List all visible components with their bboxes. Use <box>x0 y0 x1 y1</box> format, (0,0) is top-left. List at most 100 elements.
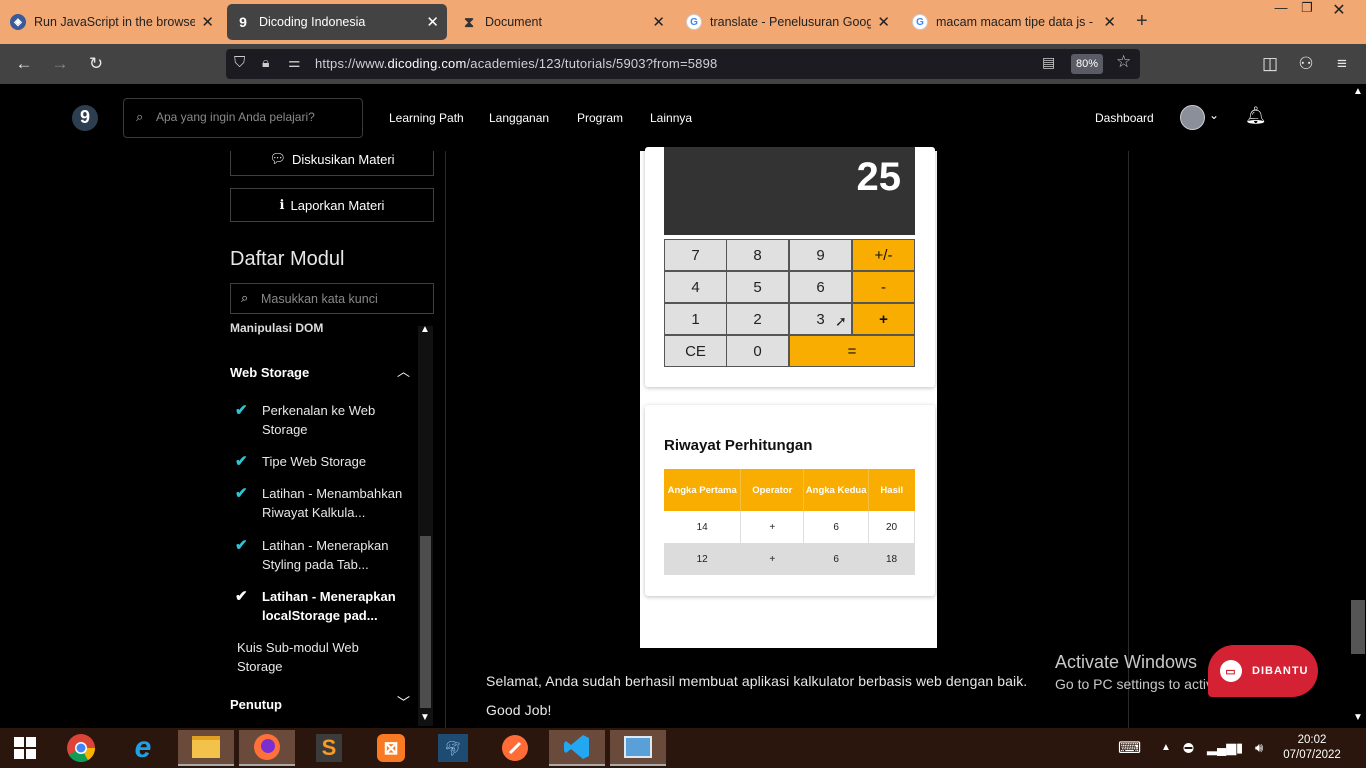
module-list-title: Daftar Modul <box>230 248 345 270</box>
key-9[interactable]: 9 <box>789 239 852 271</box>
scroll-down-icon[interactable]: ▼ <box>1353 712 1363 723</box>
pocket-icon[interactable]: ◫ <box>1258 52 1282 76</box>
nav-langganan[interactable]: Langganan <box>489 111 549 125</box>
nav-lainnya[interactable]: Lainnya <box>650 111 692 125</box>
back-icon[interactable]: ← <box>12 52 36 76</box>
close-tab-icon[interactable]: ✕ <box>1103 13 1116 31</box>
sublime-taskbar-button[interactable]: S <box>304 730 354 766</box>
internet-explorer-icon: e <box>134 731 152 764</box>
scroll-up-icon[interactable]: ▲ <box>420 324 430 335</box>
page-scrollbar[interactable]: ▲ ▼ <box>1350 84 1366 728</box>
section-web-storage[interactable]: Web Storage <box>230 365 309 380</box>
photos-taskbar-button[interactable] <box>610 730 666 766</box>
clock[interactable]: 20:02 07/07/2022 <box>1282 733 1342 763</box>
xampp-taskbar-button[interactable]: ⊠ <box>366 730 416 766</box>
key-2[interactable]: 2 <box>726 303 789 335</box>
key-1[interactable]: 1 <box>664 303 727 335</box>
restore-icon[interactable]: ❐ <box>1292 0 1322 20</box>
close-window-icon[interactable]: ✕ <box>1324 0 1354 20</box>
key-6[interactable]: 6 <box>789 271 852 303</box>
reader-view-icon[interactable]: ▤ <box>1042 54 1055 71</box>
file-explorer-taskbar-button[interactable] <box>178 730 234 766</box>
discuss-button[interactable]: 💬︎ Diskusikan Materi <box>230 151 434 176</box>
tab-google-translate[interactable]: G translate - Penelusuran Google ✕ <box>678 4 898 40</box>
module-item-current[interactable]: Latihan - Menerapkan localStorage pad... <box>262 587 414 625</box>
mysql-workbench-icon: 🐬︎ <box>438 734 468 762</box>
sidebar-scroll-thumb[interactable] <box>420 536 431 708</box>
zoom-level[interactable]: 80% <box>1071 54 1103 74</box>
postman-taskbar-button[interactable] <box>490 730 540 766</box>
sidebar-scrollbar[interactable]: ▲ ▼ <box>418 324 433 726</box>
key-plus[interactable]: + <box>852 303 915 335</box>
keyboard-icon[interactable]: ⌨ <box>1118 738 1141 758</box>
tab-dicoding[interactable]: 9 Dicoding Indonesia ✕ <box>227 4 447 40</box>
module-item[interactable]: Kuis Sub-modul Web Storage <box>237 638 407 676</box>
nav-program[interactable]: Program <box>577 111 623 125</box>
bell-icon[interactable]: 🔔︎ <box>1245 106 1267 126</box>
start-button[interactable] <box>0 730 50 766</box>
demo-screenshot: 25 7 8 9 +/- 4 5 6 - 1 2 3 + CE 0 = ➚ Ri… <box>640 147 937 648</box>
key-5[interactable]: 5 <box>726 271 789 303</box>
table-row: 14 + 6 20 <box>664 511 915 543</box>
ie-taskbar-button[interactable]: e <box>118 730 168 766</box>
key-equals[interactable]: = <box>789 335 915 367</box>
bookmark-star-icon[interactable]: ☆ <box>1116 52 1131 72</box>
key-8[interactable]: 8 <box>726 239 789 271</box>
signal-icon[interactable]: ▂▄▆ <box>1207 740 1236 756</box>
history-card: Riwayat Perhitungan Angka Pertama Operat… <box>645 405 935 596</box>
key-ce[interactable]: CE <box>664 335 727 367</box>
scroll-up-icon[interactable]: ▲ <box>1353 86 1363 97</box>
battery-icon[interactable]: ▮ <box>1236 740 1243 756</box>
chevron-down-icon[interactable]: ﹀ <box>397 692 410 711</box>
vscode-taskbar-button[interactable] <box>549 730 605 766</box>
tab-document[interactable]: ⧗ Document ✕ <box>453 4 673 40</box>
nav-dashboard[interactable]: Dashboard <box>1095 111 1154 125</box>
nav-learning-path[interactable]: Learning Path <box>389 111 464 125</box>
tray-expand-icon[interactable]: ▲ <box>1161 742 1171 753</box>
section-penutup[interactable]: Penutup <box>230 697 282 712</box>
permissions-icon[interactable]: ⚌ <box>288 54 301 71</box>
url-text[interactable]: https://www.dicoding.com/academies/123/t… <box>315 56 717 71</box>
lock-icon[interactable]: 🔒︎ <box>262 54 269 71</box>
close-tab-icon[interactable]: ✕ <box>201 13 214 31</box>
mysql-taskbar-button[interactable]: 🐬︎ <box>428 730 478 766</box>
key-7[interactable]: 7 <box>664 239 727 271</box>
chevron-down-icon[interactable]: ⌄ <box>1209 108 1219 122</box>
volume-icon[interactable]: 🔊︎ <box>1255 740 1263 756</box>
module-item[interactable]: Tipe Web Storage <box>262 452 414 471</box>
extension-icon[interactable]: ⚇ <box>1294 52 1318 76</box>
site-search[interactable]: ⌕ <box>123 98 363 138</box>
module-search-input[interactable] <box>261 292 429 306</box>
close-tab-icon[interactable]: ✕ <box>652 13 665 31</box>
close-tab-icon[interactable]: ✕ <box>877 13 890 31</box>
module-item[interactable]: Latihan - Menerapkan Styling pada Tab... <box>262 536 414 574</box>
menu-icon[interactable]: ≡ <box>1330 52 1354 76</box>
key-minus[interactable]: - <box>852 271 915 303</box>
module-item[interactable]: Latihan - Menambahkan Riwayat Kalkula... <box>262 484 414 522</box>
dicoding-logo[interactable]: 9 <box>72 105 98 131</box>
tab-google-tipe-data[interactable]: G macam macam tipe data js - Pe ✕ <box>904 4 1124 40</box>
section-manipulasi-dom[interactable]: Manipulasi DOM <box>230 321 323 335</box>
shield-icon[interactable]: ⛉ <box>234 54 245 71</box>
page-scroll-thumb[interactable] <box>1351 600 1365 654</box>
chevron-up-icon[interactable]: ︿ <box>397 361 410 380</box>
avatar[interactable] <box>1180 105 1205 130</box>
forward-icon[interactable]: → <box>48 52 72 76</box>
network-off-icon[interactable]: ⛔︎ <box>1183 740 1194 756</box>
module-item[interactable]: Perkenalan ke Web Storage <box>262 401 414 439</box>
key-negate[interactable]: +/- <box>852 239 915 271</box>
close-tab-icon[interactable]: ✕ <box>426 13 439 31</box>
key-4[interactable]: 4 <box>664 271 727 303</box>
scroll-down-icon[interactable]: ▼ <box>420 712 430 723</box>
url-bar[interactable]: ⛉ 🔒︎ ⚌ https://www.dicoding.com/academie… <box>226 49 1140 79</box>
reload-icon[interactable]: ↻ <box>84 52 108 76</box>
key-0[interactable]: 0 <box>726 335 789 367</box>
module-search[interactable]: ⌕ <box>230 283 434 314</box>
tab-playcode[interactable]: ◈ Run JavaScript in the browser - ✕ <box>2 4 222 40</box>
new-tab-button[interactable]: + <box>1136 10 1148 33</box>
firefox-taskbar-button[interactable] <box>239 730 295 766</box>
chat-help-button[interactable]: ▭ DIBANTU <box>1208 645 1318 697</box>
site-search-input[interactable] <box>156 110 356 124</box>
chrome-taskbar-button[interactable] <box>56 730 106 766</box>
report-button[interactable]: ℹ Laporkan Materi <box>230 188 434 222</box>
